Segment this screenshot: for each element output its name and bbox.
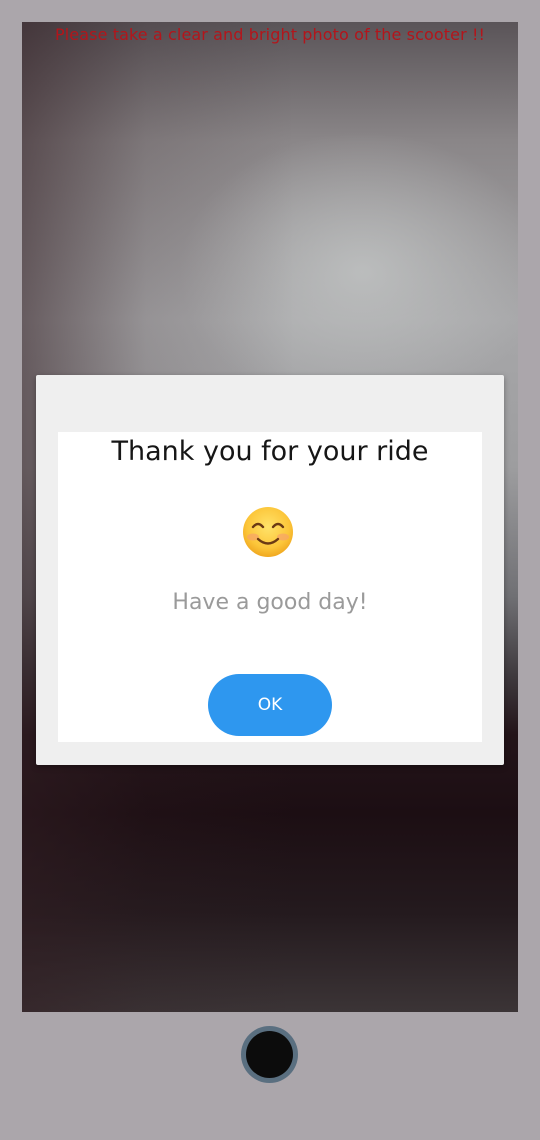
dialog-title: Thank you for your ride: [111, 436, 429, 467]
photo-instruction: Please take a clear and bright photo of …: [55, 25, 485, 44]
dialog-content: Thank you for your ride Have a good day!…: [58, 432, 482, 742]
dialog-message: Have a good day!: [172, 590, 368, 615]
shutter-button[interactable]: [241, 1026, 298, 1083]
shutter-icon: [246, 1031, 293, 1078]
smiling-face-icon: [243, 507, 293, 557]
ok-button[interactable]: OK: [208, 674, 332, 736]
ride-complete-dialog: Thank you for your ride Have a good day!…: [36, 375, 504, 765]
